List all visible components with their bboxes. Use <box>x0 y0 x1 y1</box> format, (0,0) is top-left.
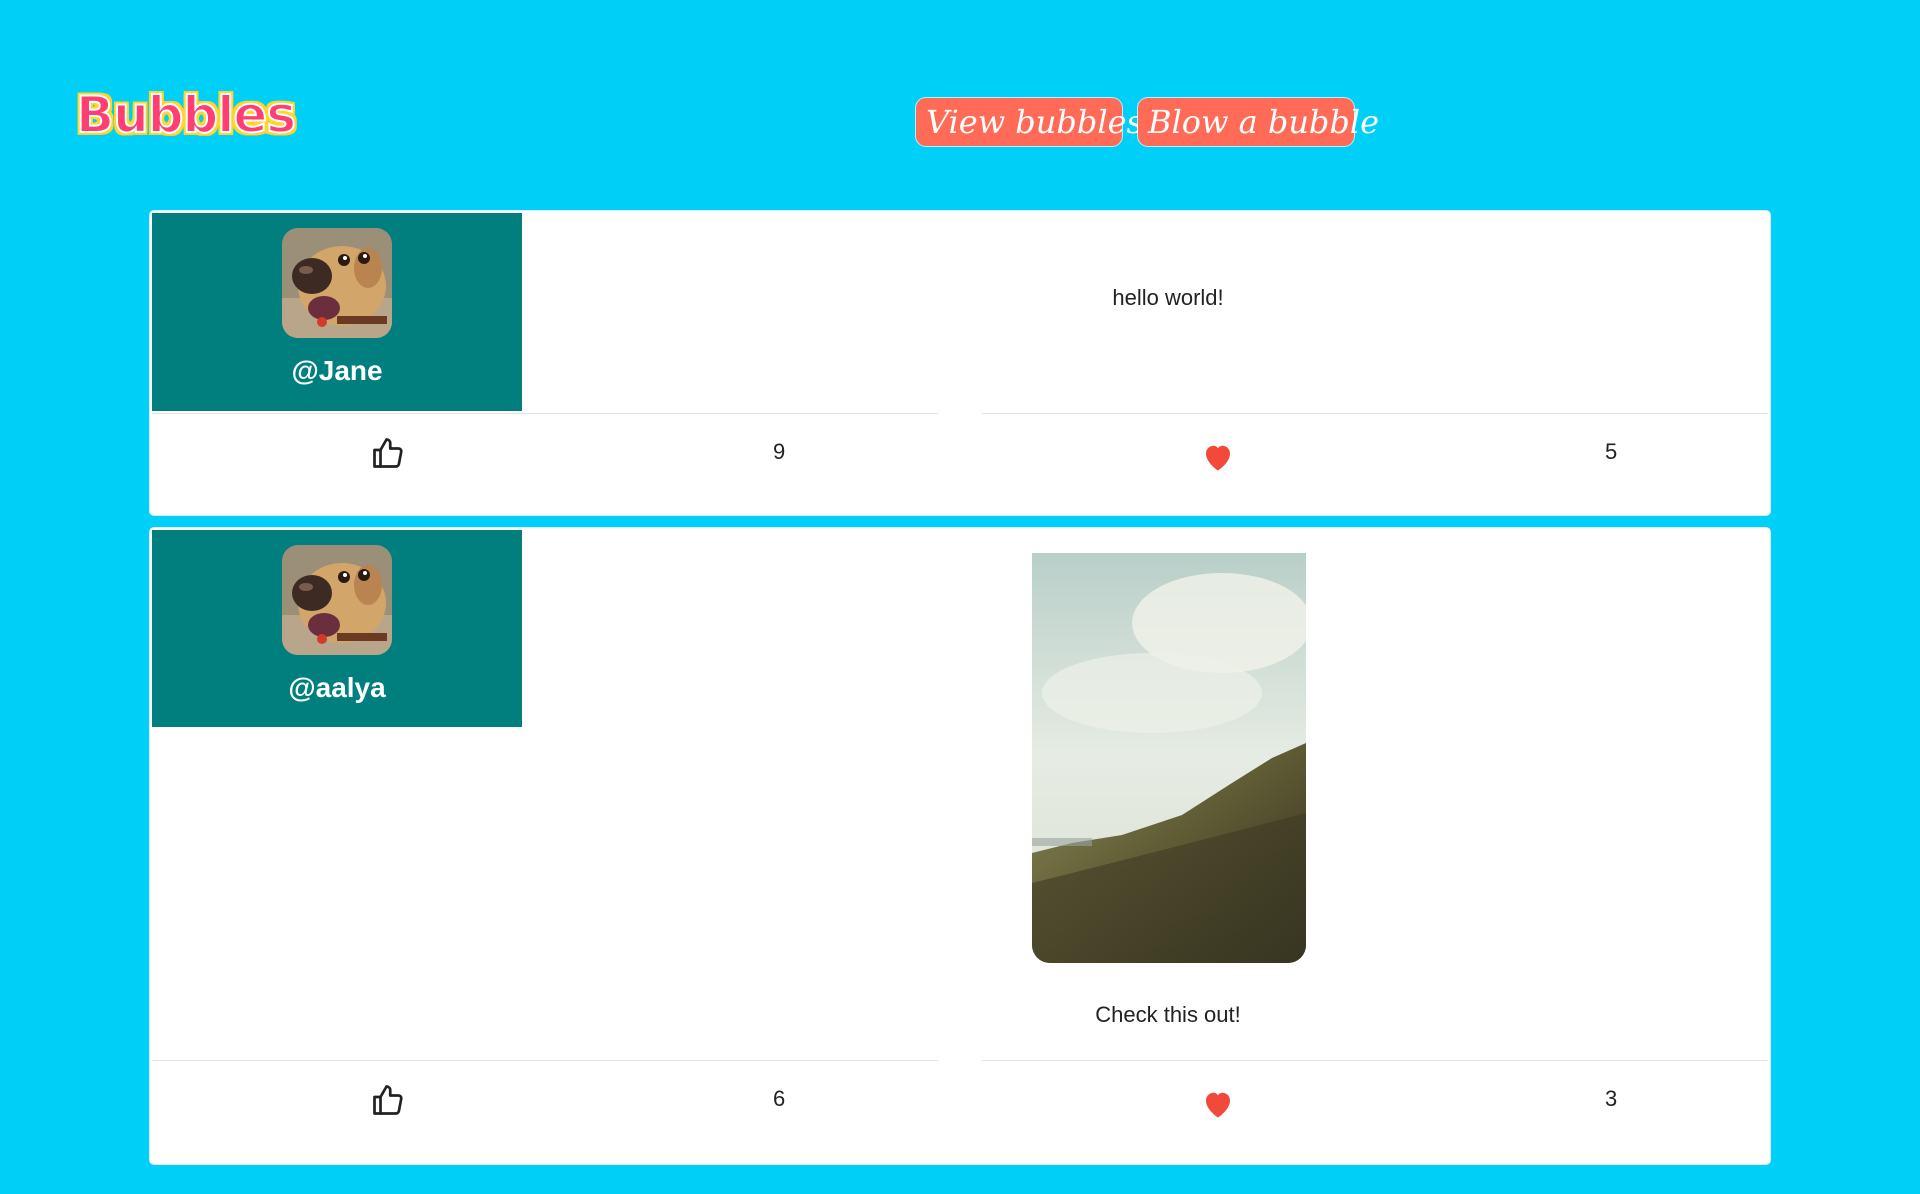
heart-count: 3 <box>1605 1086 1618 1111</box>
post-card: @Jane hello world! 9 5 <box>150 211 1770 515</box>
blow-a-bubble-button[interactable]: Blow a bubble <box>1138 98 1379 146</box>
view-bubbles-button[interactable]: View bubbles <box>916 98 1143 146</box>
like-count: 9 <box>773 439 786 464</box>
dog-avatar-icon[interactable] <box>282 545 392 655</box>
bubbles-logo[interactable]: Bubbles <box>75 82 297 148</box>
heart-count: 5 <box>1605 439 1618 464</box>
profile-panel: @Jane <box>152 213 522 411</box>
username[interactable]: @aalya <box>152 672 522 704</box>
site-header: Bubbles View bubbles Blow a bubble <box>0 0 1920 200</box>
thumbs-up-icon[interactable] <box>370 435 406 471</box>
dog-avatar-icon[interactable] <box>282 228 392 338</box>
divider <box>982 1060 1768 1061</box>
like-count: 6 <box>773 1086 786 1111</box>
heart-icon[interactable] <box>1200 1086 1236 1122</box>
divider <box>982 413 1768 414</box>
thumbs-up-icon[interactable] <box>370 1082 406 1118</box>
hillside-landscape-photo[interactable] <box>1032 553 1306 963</box>
post-card: @aalya Check this out! 6 3 <box>150 528 1770 1164</box>
post-text: Check this out! <box>1095 1002 1241 1027</box>
heart-icon[interactable] <box>1200 439 1236 475</box>
profile-panel: @aalya <box>152 530 522 727</box>
divider <box>152 413 938 414</box>
post-text: hello world! <box>1112 285 1224 310</box>
username[interactable]: @Jane <box>152 355 522 387</box>
divider <box>152 1060 938 1061</box>
